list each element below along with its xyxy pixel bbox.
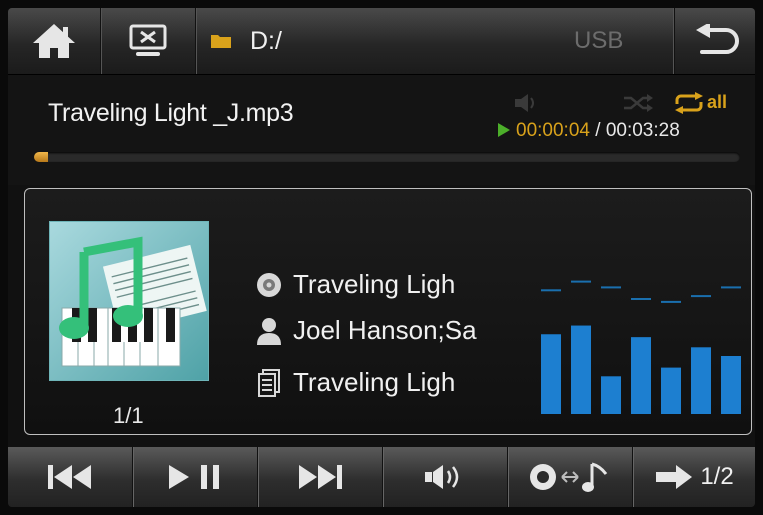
shuffle-icon (624, 94, 653, 112)
equalizer-bar (541, 334, 561, 414)
screen-off-button[interactable] (101, 8, 196, 74)
arrow-right-icon (656, 465, 693, 489)
equalizer-peak (601, 286, 621, 289)
album-row: Traveling Ligh (255, 367, 455, 398)
disc-icon (255, 271, 283, 299)
elapsed-time: 00:00:04 (516, 120, 590, 141)
equalizer-visualizer (541, 280, 741, 414)
home-icon (33, 24, 75, 58)
speaker-icon (425, 465, 459, 489)
equalizer-bar (631, 337, 651, 414)
equalizer-bar (571, 325, 591, 414)
album-art (49, 221, 209, 381)
top-bar: D:/ USB (8, 8, 755, 75)
equalizer-peak (541, 289, 561, 292)
screen-off-icon (129, 24, 167, 56)
skip-next-icon (299, 465, 342, 489)
equalizer-peak (661, 300, 681, 303)
next-page-button[interactable]: 1/2 (633, 447, 755, 507)
song-artist: Joel Hanson;Sa (293, 315, 477, 345)
repeat-mode-label: all (707, 92, 728, 112)
seek-bar[interactable] (34, 152, 740, 162)
track-counter: 1/1 (113, 403, 144, 428)
audio-settings-button[interactable] (383, 447, 508, 507)
repeat-icon[interactable] (673, 92, 705, 114)
song-album: Traveling Ligh (293, 367, 456, 397)
equalizer-peak (571, 280, 591, 283)
play-pause-icon (169, 465, 219, 489)
time-separator: / (595, 120, 601, 141)
back-arrow-icon (695, 24, 739, 54)
equalizer-peak (721, 286, 741, 289)
track-panel: 1/1 Traveling Ligh Joel Hanson;Sa Travel… (24, 188, 752, 435)
page-indicator: 1/2 (700, 463, 734, 490)
equalizer-peak (691, 295, 711, 298)
usb-source-label[interactable]: USB (574, 8, 623, 74)
equalizer-bar (601, 376, 621, 414)
home-button[interactable] (8, 8, 101, 74)
seek-bar-fill (34, 152, 49, 162)
album-icon (255, 368, 283, 397)
track-filename: Traveling Light _J.mp3 (48, 99, 294, 127)
skip-previous-icon (48, 465, 91, 489)
equalizer-bar (721, 356, 741, 414)
mode-switch-button[interactable] (508, 447, 633, 507)
total-time: 00:03:28 (605, 120, 680, 141)
next-button[interactable] (258, 447, 383, 507)
playing-indicator-icon (498, 123, 510, 137)
status-icons: all (513, 91, 738, 115)
back-button[interactable] (674, 8, 755, 74)
now-playing-info: Traveling Light _J.mp3 all 00:00:04 / 00… (8, 75, 755, 185)
mute-icon (515, 94, 534, 112)
play-pause-button[interactable] (133, 447, 258, 507)
music-note-piano-icon (59, 236, 207, 367)
equalizer-bar (661, 367, 681, 414)
disc-music-toggle-icon (530, 462, 608, 492)
song-title: Traveling Ligh (293, 269, 456, 299)
media-player-window: D:/ USB Traveling Light _J.mp3 all 00:00… (8, 8, 755, 507)
equalizer-peak (631, 298, 651, 300)
equalizer-bar (691, 347, 711, 414)
previous-button[interactable] (8, 447, 133, 507)
path-label: D:/ (250, 26, 282, 55)
person-icon (255, 317, 283, 345)
folder-icon (211, 35, 231, 48)
title-row: Traveling Ligh (255, 269, 455, 300)
artist-row: Joel Hanson;Sa (255, 315, 477, 346)
playback-time: 00:00:04 / 00:03:28 (498, 120, 680, 142)
control-bar: 1/2 (8, 447, 755, 507)
